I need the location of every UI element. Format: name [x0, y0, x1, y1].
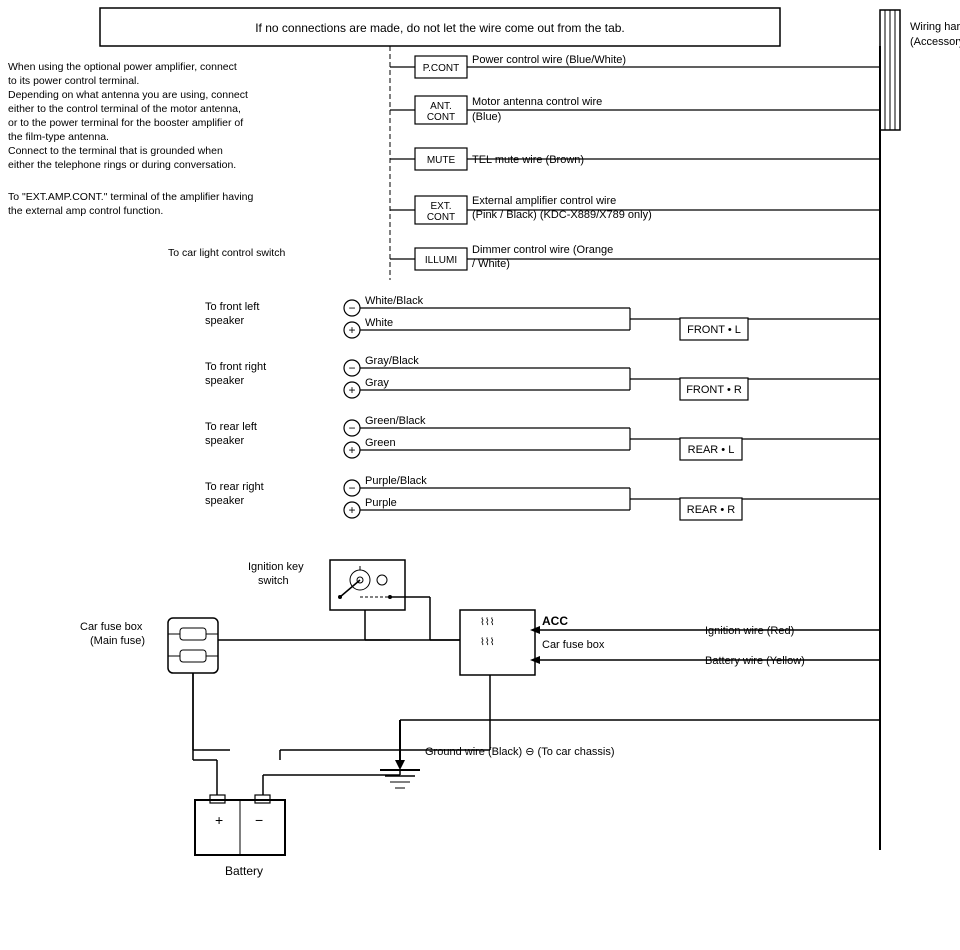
svg-text:Car fuse box: Car fuse box	[542, 639, 605, 651]
svg-text:−: −	[348, 421, 355, 435]
wiring-diagram: If no connections are made, do not let t…	[0, 0, 960, 950]
svg-text:+: +	[215, 812, 223, 828]
svg-text:FRONT • R: FRONT • R	[686, 384, 742, 396]
svg-text:Dimmer control wire (Orange: Dimmer control wire (Orange	[472, 244, 613, 256]
svg-text:Battery: Battery	[225, 864, 263, 878]
svg-text:(Main fuse): (Main fuse)	[90, 635, 145, 647]
svg-text:(Pink / Black) (KDC-X889/X789: (Pink / Black) (KDC-X889/X789 only)	[472, 209, 652, 221]
svg-text:/ White): / White)	[472, 258, 510, 270]
svg-text:REAR • L: REAR • L	[688, 444, 735, 456]
svg-text:switch: switch	[258, 575, 289, 587]
svg-text:Gray/Black: Gray/Black	[365, 355, 419, 367]
svg-text:When using the optional power: When using the optional power amplifier,…	[8, 61, 237, 73]
svg-text:or to the power terminal for t: or to the power terminal for the booster…	[8, 117, 243, 129]
svg-text:ACC: ACC	[542, 614, 568, 628]
svg-text:Depending on what antenna you: Depending on what antenna you are using,…	[8, 89, 248, 101]
svg-text:To rear left: To rear left	[205, 421, 257, 433]
svg-text:ILLUMI: ILLUMI	[425, 255, 457, 266]
svg-text:Battery wire (Yellow): Battery wire (Yellow)	[705, 655, 805, 667]
svg-text:MUTE: MUTE	[427, 155, 456, 166]
svg-text:To "EXT.AMP.CONT." terminal of: To "EXT.AMP.CONT." terminal of the ampli…	[8, 191, 254, 203]
svg-text:−: −	[255, 812, 263, 828]
svg-text:speaker: speaker	[205, 435, 244, 447]
svg-text:(Blue): (Blue)	[472, 111, 501, 123]
svg-text:ANT.: ANT.	[430, 101, 452, 112]
svg-text:speaker: speaker	[205, 315, 244, 327]
svg-text:⌇⌇⌇: ⌇⌇⌇	[480, 637, 495, 648]
svg-text:CONT: CONT	[427, 112, 455, 123]
svg-text:+: +	[348, 383, 355, 397]
svg-text:⌇⌇⌇: ⌇⌇⌇	[480, 617, 495, 628]
svg-text:Purple/Black: Purple/Black	[365, 475, 427, 487]
svg-text:If no connections are made, do: If no connections are made, do not let t…	[255, 21, 625, 35]
svg-text:White: White	[365, 317, 393, 329]
svg-text:speaker: speaker	[205, 495, 244, 507]
svg-text:Ground wire (Black) ⊖ (To car: Ground wire (Black) ⊖ (To car chassis)	[425, 746, 615, 758]
svg-text:P.CONT: P.CONT	[423, 63, 460, 74]
svg-text:(Accessory①): (Accessory①)	[910, 36, 960, 48]
svg-text:the external amp control funct: the external amp control function.	[8, 205, 163, 217]
svg-text:Car fuse box: Car fuse box	[80, 621, 143, 633]
svg-text:Green/Black: Green/Black	[365, 415, 426, 427]
svg-text:CONT: CONT	[427, 212, 455, 223]
svg-text:To front right: To front right	[205, 361, 266, 373]
svg-text:FRONT • L: FRONT • L	[687, 324, 741, 336]
svg-text:Wiring harness: Wiring harness	[910, 21, 960, 33]
svg-text:−: −	[348, 301, 355, 315]
svg-text:REAR • R: REAR • R	[687, 504, 736, 516]
svg-text:+: +	[348, 443, 355, 457]
svg-text:Purple: Purple	[365, 497, 397, 509]
svg-text:External amplifier control wir: External amplifier control wire	[472, 195, 616, 207]
svg-text:−: −	[348, 481, 355, 495]
svg-text:either the telephone rings or: either the telephone rings or during con…	[8, 159, 236, 171]
svg-text:To rear right: To rear right	[205, 481, 264, 493]
svg-text:TEL mute wire (Brown): TEL mute wire (Brown)	[472, 154, 584, 166]
svg-text:Green: Green	[365, 437, 396, 449]
svg-text:speaker: speaker	[205, 375, 244, 387]
svg-text:+: +	[348, 503, 355, 517]
svg-text:Connect to the terminal that i: Connect to the terminal that is grounded…	[8, 145, 223, 157]
svg-text:+: +	[348, 323, 355, 337]
svg-text:−: −	[348, 361, 355, 375]
svg-text:Ignition key: Ignition key	[248, 561, 304, 573]
svg-text:Power control wire (Blue/White: Power control wire (Blue/White)	[472, 54, 626, 66]
svg-text:White/Black: White/Black	[365, 295, 424, 307]
svg-text:the film-type antenna.: the film-type antenna.	[8, 131, 109, 143]
svg-text:either to the control terminal: either to the control terminal of the mo…	[8, 103, 241, 115]
svg-text:to its power control terminal.: to its power control terminal.	[8, 75, 139, 87]
svg-text:EXT.: EXT.	[430, 201, 451, 212]
svg-text:Gray: Gray	[365, 377, 389, 389]
svg-text:To front left: To front left	[205, 301, 259, 313]
svg-text:Ignition wire (Red): Ignition wire (Red)	[705, 625, 794, 637]
svg-text:To car light control switch: To car light control switch	[168, 247, 285, 259]
svg-text:Motor antenna control wire: Motor antenna control wire	[472, 96, 602, 108]
